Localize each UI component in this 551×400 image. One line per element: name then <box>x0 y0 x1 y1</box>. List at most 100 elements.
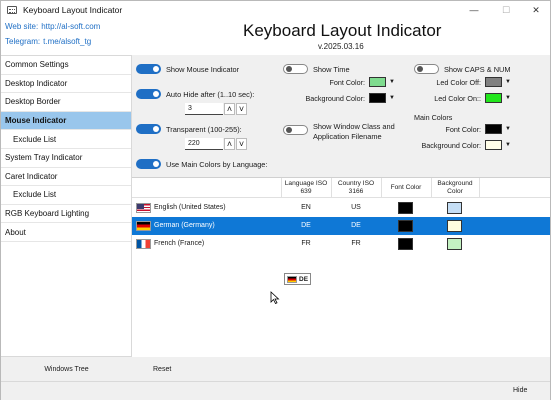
sidebar-item-label: About <box>5 227 26 237</box>
row-font-color-swatch[interactable] <box>398 238 413 250</box>
header-country-iso-line1: Country ISO <box>337 180 375 187</box>
sidebar-item-exclude-list-caret[interactable]: Exclude List <box>1 186 131 205</box>
chevron-down-icon[interactable]: ▼ <box>389 79 395 85</box>
stepper-down-icon[interactable]: ˅ <box>236 103 247 115</box>
transparent-toggle[interactable] <box>136 124 161 134</box>
table-header: Language ISO 639 Country ISO 3166 Font Col… <box>132 178 550 198</box>
close-icon[interactable]: ✕ <box>521 1 551 19</box>
mouse-cursor-icon <box>270 291 280 304</box>
chevron-down-icon[interactable]: ▼ <box>505 79 511 85</box>
use-main-colors-option: Use Main Colors by Language: <box>136 159 267 169</box>
main-background-color-swatch[interactable] <box>485 140 502 150</box>
header-background-color[interactable]: Background Color <box>431 180 479 196</box>
minimize-icon[interactable]: — <box>459 1 489 19</box>
use-main-colors-label: Use Main Colors by Language: <box>166 159 268 169</box>
stepper-up-icon[interactable]: ˄ <box>224 138 235 150</box>
column-divider <box>479 178 480 198</box>
header-language-iso[interactable]: Language ISO 639 <box>281 180 331 196</box>
row-font-color-swatch[interactable] <box>398 220 413 232</box>
main-font-color-swatch[interactable] <box>485 124 502 134</box>
transparent-label: Transparent (100-255): <box>166 124 242 134</box>
show-caps-num-toggle[interactable] <box>414 64 439 74</box>
language-name: English (United States) <box>154 204 226 211</box>
chevron-down-icon[interactable]: ▼ <box>505 142 511 148</box>
time-background-color-swatch[interactable] <box>369 93 386 103</box>
sidebar-item-common-settings[interactable]: Common Settings <box>1 56 131 75</box>
show-mouse-indicator-option: Show Mouse Indicator <box>136 64 239 74</box>
show-time-label: Show Time <box>313 64 350 74</box>
header-country-iso[interactable]: Country ISO 3166 <box>331 180 381 196</box>
language-name: French (France) <box>154 240 205 247</box>
mouse-indicator-preview: DE <box>284 273 311 285</box>
de-flag-icon <box>136 221 151 231</box>
stepper-down-icon[interactable]: ˅ <box>236 138 247 150</box>
table-row[interactable]: French (France) FR FR <box>132 235 550 253</box>
show-mouse-indicator-toggle[interactable] <box>136 64 161 74</box>
windows-tree-button[interactable]: Windows Tree <box>1 356 132 381</box>
app-title: Keyboard Layout Indicator <box>243 21 442 40</box>
sidebar-item-desktop-border[interactable]: Desktop Border <box>1 93 131 112</box>
time-font-color-swatch[interactable] <box>369 77 386 87</box>
header-language-iso-line1: Language ISO <box>284 180 328 187</box>
auto-hide-label: Auto Hide after (1..10 sec): <box>166 89 255 99</box>
stepper-up-icon[interactable]: ˄ <box>224 103 235 115</box>
telegram-link[interactable]: t.me/alsoft_tg <box>43 37 91 46</box>
row-background-color-swatch[interactable] <box>447 202 462 214</box>
country-iso: FR <box>351 240 361 247</box>
telegram-label: Telegram: <box>5 37 41 46</box>
header-font-color[interactable]: Font Color <box>381 184 431 192</box>
main-background-color-label: Background Color: <box>421 140 481 150</box>
table-row[interactable]: German (Germany) DE DE <box>132 217 550 235</box>
show-window-class-line1: Show Window Class and <box>313 122 395 131</box>
chevron-down-icon[interactable]: ▼ <box>505 95 511 101</box>
header-background-color-line1: Background <box>437 180 473 187</box>
auto-hide-stepper: 3 ˄ ˅ <box>185 103 247 115</box>
window-title: Keyboard Layout Indicator <box>23 5 123 15</box>
transparent-option: Transparent (100-255): <box>136 124 242 134</box>
show-window-class-option: Show Window Class and Application Filenam… <box>283 122 395 142</box>
show-time-option: Show Time <box>283 64 350 74</box>
sidebar-item-exclude-list-mouse[interactable]: Exclude List <box>1 130 131 149</box>
sidebar-item-system-tray-indicator[interactable]: System Tray Indicator <box>1 149 131 168</box>
language-table: Language ISO 639 Country ISO 3166 Font Col… <box>132 177 550 357</box>
hide-button[interactable]: Hide <box>513 387 527 394</box>
row-background-color-swatch[interactable] <box>447 238 462 250</box>
app-version: v.2025.03.16 <box>318 42 364 51</box>
time-background-color-label: Background Color: <box>305 93 365 103</box>
sidebar-item-about[interactable]: About <box>1 223 131 242</box>
show-window-class-label: Show Window Class and Application Filenam… <box>313 122 395 142</box>
sidebar: Common Settings Desktop Indicator Deskto… <box>1 55 132 381</box>
keyboard-app-icon <box>7 6 17 14</box>
auto-hide-input[interactable]: 3 <box>185 103 223 115</box>
table-row[interactable]: English (United States) EN US <box>132 199 550 217</box>
use-main-colors-toggle[interactable] <box>136 159 161 169</box>
status-bar: Hide <box>1 381 550 400</box>
fr-flag-icon <box>136 239 151 249</box>
row-font-color-swatch[interactable] <box>398 202 413 214</box>
led-color-on-swatch[interactable] <box>485 93 502 103</box>
sidebar-item-desktop-indicator[interactable]: Desktop Indicator <box>1 75 131 94</box>
row-background-color-swatch[interactable] <box>447 220 462 232</box>
language-name: German (Germany) <box>154 222 215 229</box>
reset-button[interactable]: Reset <box>153 366 171 373</box>
chevron-down-icon[interactable]: ▼ <box>505 126 511 132</box>
sidebar-item-caret-indicator[interactable]: Caret Indicator <box>1 168 131 187</box>
sidebar-item-rgb-keyboard-lighting[interactable]: RGB Keyboard Lighting <box>1 205 131 224</box>
website-link[interactable]: http://al-soft.com <box>41 22 100 31</box>
auto-hide-toggle[interactable] <box>136 89 161 99</box>
led-color-off-swatch[interactable] <box>485 77 502 87</box>
header-background-color-line2: Color <box>447 188 463 195</box>
language-iso: DE <box>301 222 311 229</box>
main-footer: Reset <box>132 357 550 381</box>
sidebar-item-label: System Tray Indicator <box>5 153 83 163</box>
led-color-off-label: Led Color Off: <box>436 77 481 87</box>
sidebar-item-mouse-indicator[interactable]: Mouse Indicator <box>1 111 131 131</box>
maximize-icon[interactable]: ☐ <box>491 1 521 19</box>
transparent-input[interactable]: 220 <box>185 138 223 150</box>
chevron-down-icon[interactable]: ▼ <box>389 95 395 101</box>
app-window: Keyboard Layout Indicator — ☐ ✕ Web site… <box>0 0 551 400</box>
show-time-toggle[interactable] <box>283 64 308 74</box>
language-iso: FR <box>301 240 311 247</box>
time-font-color-label: Font Color: <box>329 77 365 87</box>
show-window-class-toggle[interactable] <box>283 125 308 135</box>
